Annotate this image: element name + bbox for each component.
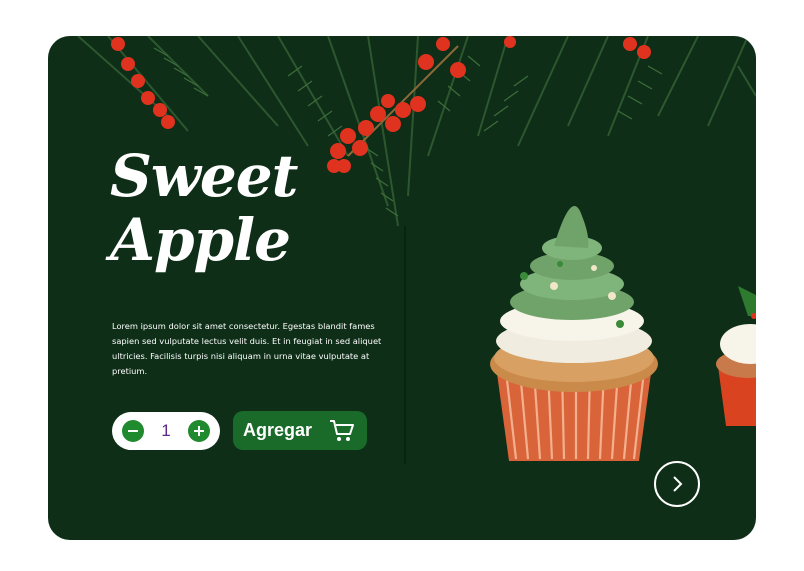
increase-button[interactable] [188,420,210,442]
next-button[interactable] [654,461,700,507]
product-title: Sweet Apple [110,142,298,274]
quantity-stepper: 1 [112,412,220,450]
cart-icon [330,419,354,441]
product-title-line2: Apple [110,206,291,274]
add-to-cart-label: Agregar [243,420,313,440]
cupcake-image-secondary [716,286,756,426]
product-description: Lorem ipsum dolor sit amet consectetur. … [112,321,382,376]
chevron-right-icon [673,476,683,492]
decrease-button[interactable] [122,420,144,442]
vertical-divider [404,226,406,464]
minus-icon [128,430,138,432]
quantity-value: 1 [161,421,171,440]
add-to-cart-button[interactable]: Agregar [233,411,367,450]
product-card: Sweet Apple Lorem ipsum dolor sit amet c… [48,36,756,540]
product-title-line1: Sweet [110,142,298,210]
cupcake-image [490,206,658,461]
plus-icon [194,426,204,436]
